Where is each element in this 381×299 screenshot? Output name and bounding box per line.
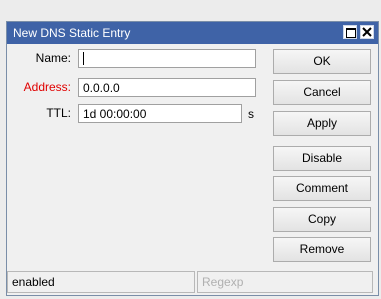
copy-button[interactable]: Copy [273,207,371,232]
ok-button[interactable]: OK [273,49,371,74]
status-bar: enabled Regexp [7,271,373,293]
ttl-field[interactable] [78,104,242,123]
remove-button[interactable]: Remove [273,237,371,262]
ttl-unit: s [248,107,254,121]
name-label: Name: [35,51,71,65]
title-bar[interactable]: New DNS Static Entry [7,22,378,44]
maximize-icon[interactable] [343,25,357,39]
cancel-button[interactable]: Cancel [273,80,371,105]
comment-button[interactable]: Comment [273,176,371,201]
text-caret [83,52,84,65]
disable-button[interactable]: Disable [273,146,371,171]
address-label: Address: [23,80,71,94]
status-state: enabled [7,271,195,293]
ttl-label: TTL: [46,106,71,120]
close-icon[interactable] [360,25,374,39]
name-field[interactable] [78,49,256,68]
apply-button[interactable]: Apply [273,111,371,136]
status-mode: Regexp [197,271,373,293]
address-field[interactable] [78,78,256,97]
window-title: New DNS Static Entry [13,26,131,40]
